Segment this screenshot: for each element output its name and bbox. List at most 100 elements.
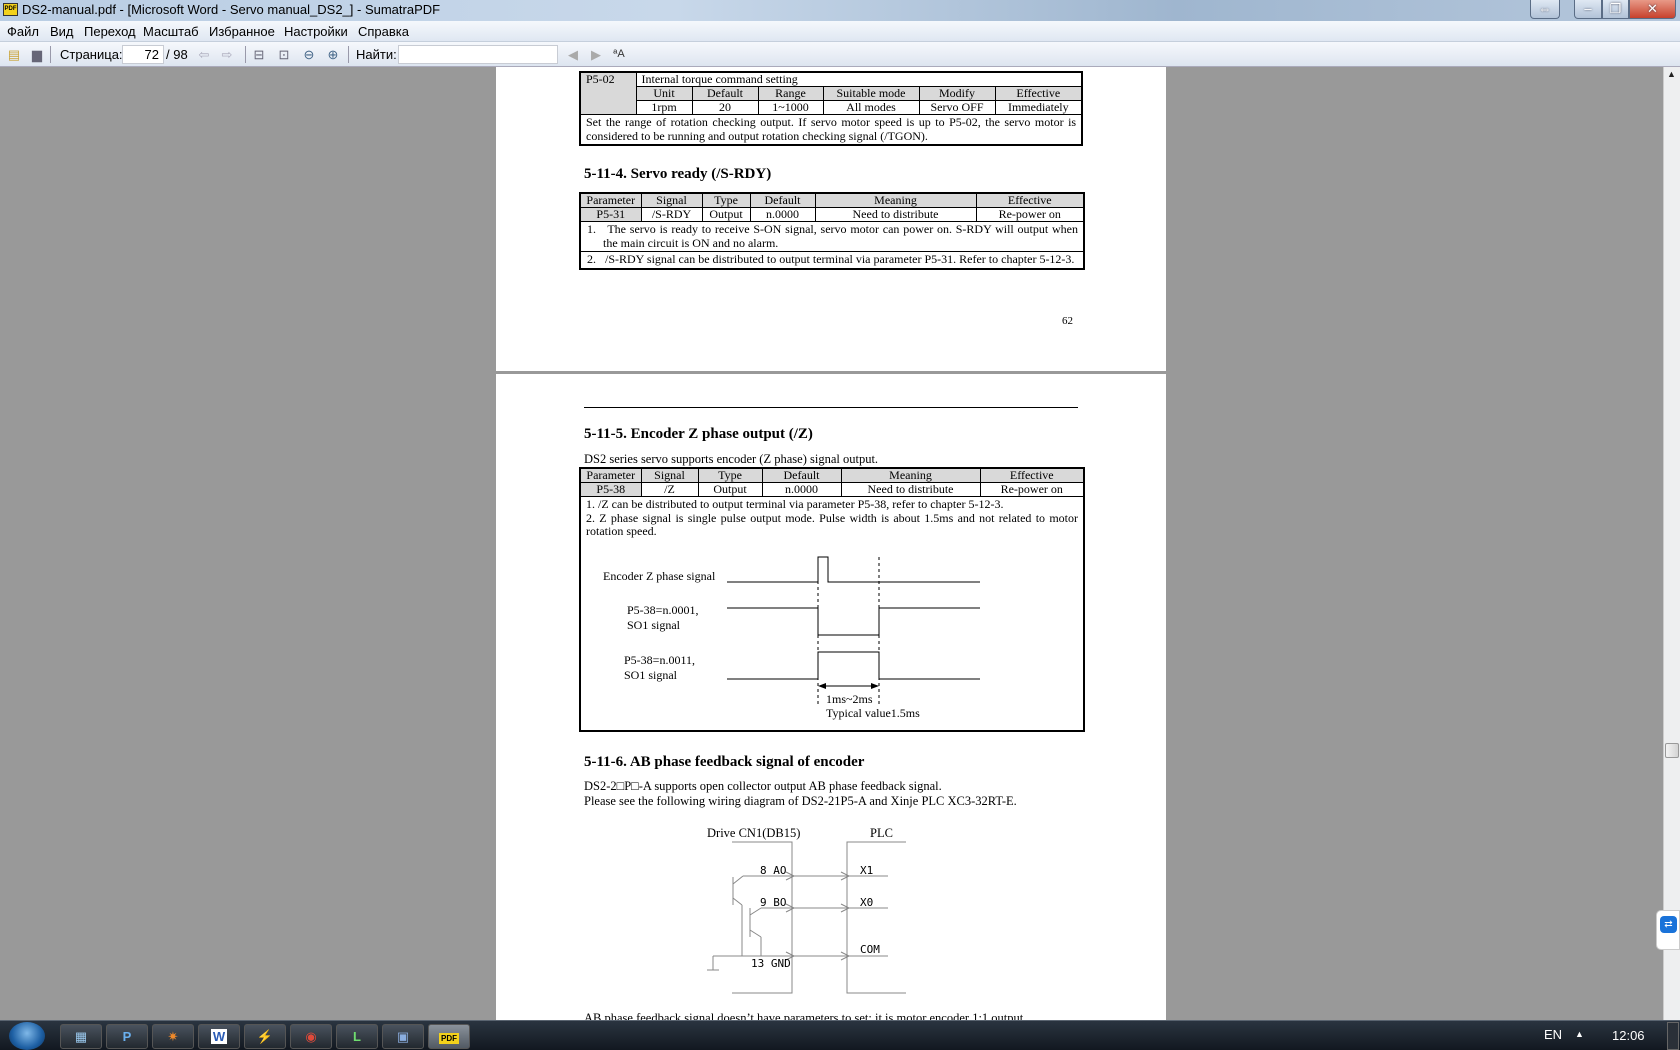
menu-goto[interactable]: Переход <box>84 24 136 39</box>
table-cell: n.0000 <box>749 207 816 222</box>
taskbar-media[interactable]: ✷ <box>152 1024 194 1049</box>
table-cell: 1~1000 <box>757 100 824 115</box>
table-cell: 1rpm <box>635 100 693 115</box>
drive-label: Drive CN1(DB15) <box>707 826 800 840</box>
table-cell: Unit <box>635 86 693 101</box>
teamviewer-widget[interactable]: ⇄ <box>1656 910 1680 950</box>
minimize-button[interactable]: – <box>1574 0 1602 19</box>
table-cell: All modes <box>822 100 920 115</box>
timing-label: SO1 signal <box>624 668 678 682</box>
remote-icon: ▣ <box>396 1029 410 1044</box>
menu-file[interactable]: Файл <box>7 24 39 39</box>
table-cell: P5-31 <box>579 207 642 222</box>
find-input[interactable] <box>398 45 558 64</box>
table-cell: Default <box>691 86 759 101</box>
so1-n0001-waveform <box>727 607 980 636</box>
table-cell: Set the range of rotation checking outpu… <box>579 114 1083 146</box>
section-heading: 5-11-6. AB phase feedback signal of enco… <box>584 754 865 770</box>
teamviewer-icon: ⇄ <box>1660 916 1677 933</box>
pin-label: 8 AO <box>760 864 787 877</box>
zoom-out-icon[interactable]: ⊖ <box>301 47 317 62</box>
taskbar-calculator[interactable]: ▦ <box>60 1024 102 1049</box>
table-cell: Range <box>757 86 824 101</box>
table-cell: 2. /S-RDY signal can be distributed to o… <box>579 251 1085 269</box>
table-cell: Suitable mode <box>822 86 920 101</box>
taskbar-app[interactable]: L <box>336 1024 378 1049</box>
taskbar-word[interactable]: W <box>198 1024 240 1049</box>
table-cell: Parameter <box>579 192 642 208</box>
tray-expand-icon[interactable]: ▲ <box>1575 1029 1584 1039</box>
table-cell: Effective <box>994 86 1083 101</box>
timing-label: P5-38=n.0001, <box>627 603 698 617</box>
taskbar-tool[interactable]: ⚡ <box>244 1024 286 1049</box>
fit-page-icon[interactable]: ⊟ <box>251 47 267 62</box>
fit-width-icon[interactable]: ⊡ <box>276 47 292 62</box>
word-icon: W <box>210 1029 228 1044</box>
taskbar-chrome[interactable]: ◉ <box>290 1024 332 1049</box>
match-case-icon[interactable]: ªA <box>611 47 627 62</box>
page-input[interactable]: 72 <box>122 45 164 64</box>
table-cell: 1. The servo is ready to receive S-ON si… <box>579 221 1085 252</box>
pdf-page-62: P5-02 Internal torque command setting Uni… <box>496 67 1166 371</box>
table-cell: Type <box>701 192 751 208</box>
find-prev-icon[interactable]: ◀ <box>565 47 581 62</box>
print-icon[interactable]: ▆ <box>29 47 45 62</box>
table-cell: Modify <box>918 86 996 101</box>
paint-icon: P <box>122 1029 132 1044</box>
resize-arrows-button[interactable]: ⇔ <box>1530 0 1560 19</box>
start-button[interactable] <box>9 1022 45 1050</box>
taskbar-remote[interactable]: ▣ <box>382 1024 424 1049</box>
pin-label: X1 <box>860 864 873 877</box>
table-cell: Meaning <box>814 192 977 208</box>
table-cell: Default <box>749 192 816 208</box>
menu-view[interactable]: Вид <box>50 24 74 39</box>
table-cell: Internal torque command setting <box>635 71 1083 87</box>
tool-icon: ⚡ <box>256 1029 274 1044</box>
menu-settings[interactable]: Настройки <box>284 24 348 39</box>
menu-zoom[interactable]: Масштаб <box>143 24 199 39</box>
table-cell: Effective <box>975 192 1085 208</box>
taskbar-paint[interactable]: P <box>106 1024 148 1049</box>
maximize-button[interactable]: ❐ <box>1602 0 1629 19</box>
so1-n0011-waveform <box>727 651 980 680</box>
table-cell: /S-RDY <box>640 207 703 222</box>
app-icon: L <box>353 1029 361 1044</box>
pin-label: COM <box>860 943 880 956</box>
separator <box>50 46 51 63</box>
table-cell: 20 <box>691 100 759 115</box>
table-cell: Output <box>701 207 751 222</box>
vertical-scrollbar[interactable]: ▲ <box>1663 67 1680 1020</box>
separator <box>348 46 349 63</box>
find-next-icon[interactable]: ▶ <box>588 47 604 62</box>
media-icon: ✷ <box>167 1029 179 1044</box>
typical-value-label: Typical value1.5ms <box>826 706 920 720</box>
language-indicator[interactable]: EN <box>1544 1027 1562 1042</box>
paragraph: Please see the following wiring diagram … <box>584 794 1017 808</box>
close-button[interactable]: ✕ <box>1629 0 1676 19</box>
separator <box>245 46 246 63</box>
taskbar-sumatrapdf[interactable]: PDF <box>428 1024 470 1049</box>
prev-page-icon[interactable]: ⇦ <box>196 47 212 62</box>
clock[interactable]: 12:06 <box>1612 1028 1645 1043</box>
scroll-up-icon[interactable]: ▲ <box>1667 69 1676 79</box>
next-page-icon[interactable]: ⇨ <box>219 47 235 62</box>
scrollbar-thumb[interactable] <box>1665 743 1679 758</box>
duration-label: 1ms~2ms <box>826 692 873 706</box>
paragraph: DS2-2□P□-A supports open collector outpu… <box>584 779 942 793</box>
title-bar: PDF DS2-manual.pdf - [Microsoft Word - S… <box>0 0 1680 21</box>
show-desktop-button[interactable] <box>1667 1022 1679 1050</box>
table-cell: Signal <box>640 192 703 208</box>
toolbar: ▤ ▆ Страница: 72 / 98 ⇦ ⇨ ⊟ ⊡ ⊖ ⊕ Найти:… <box>0 42 1680 67</box>
table-cell: Need to distribute <box>814 207 977 222</box>
wiring-diagram: Drive CN1(DB15) PLC 8 AO 9 BO 13 GND X1 … <box>707 826 906 994</box>
open-icon[interactable]: ▤ <box>6 47 22 62</box>
menu-help[interactable]: Справка <box>358 24 409 39</box>
pdf-page-63: 5-11-5. Encoder Z phase output (/Z) DS2 … <box>496 374 1166 1025</box>
menu-bar: Файл Вид Переход Масштаб Избранное Настр… <box>0 21 1680 42</box>
zoom-in-icon[interactable]: ⊕ <box>325 47 341 62</box>
encoder-z-waveform <box>727 556 980 583</box>
table-cell: Servo OFF <box>918 100 996 115</box>
menu-favorites[interactable]: Избранное <box>209 24 275 39</box>
calculator-icon: ▦ <box>74 1029 88 1044</box>
table-cell: Re-power on <box>975 207 1085 222</box>
